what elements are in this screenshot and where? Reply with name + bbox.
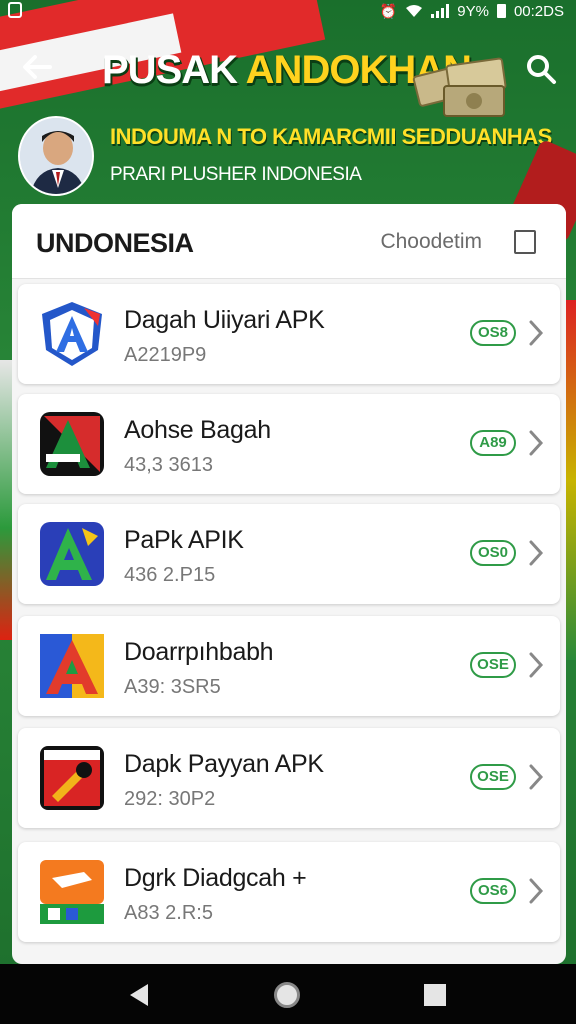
person-icon — [20, 118, 92, 194]
app-name: PaPk APIK — [124, 526, 244, 554]
back-arrow-icon[interactable] — [20, 50, 54, 84]
list-item[interactable]: PaPk APIK 436 2.P15 OS0 — [18, 504, 560, 604]
list-item[interactable]: Doarrpıhbabh A39: 3SR5 OSE — [18, 616, 560, 716]
panel-header: UNDONESIA Choodetim — [12, 204, 566, 279]
chevron-right-icon — [529, 878, 544, 904]
chevron-right-icon — [529, 320, 544, 346]
banner-subtitle: PRARI PLUSHER INDONESIA — [110, 164, 362, 185]
list-item[interactable]: Aohse Bagah 43,3 3613 A89 — [18, 394, 560, 494]
select-checkbox[interactable] — [514, 230, 536, 254]
plane-logo-icon — [40, 860, 104, 924]
chevron-right-icon — [529, 540, 544, 566]
signal-icon — [431, 4, 450, 18]
battery-icon — [496, 4, 506, 18]
app-name: Aohse Bagah — [124, 416, 271, 444]
os-badge: OS0 — [470, 540, 516, 566]
app-meta: A83 2.R:5 — [124, 902, 213, 924]
wrench-logo-icon — [40, 746, 104, 810]
app-name: Dgrk Diadgcah + — [124, 864, 307, 892]
os-badge: OSE — [470, 764, 516, 790]
list-item[interactable]: Dapk Payyan APK 292: 30P2 OSE — [18, 728, 560, 828]
a-logo-multicolor-icon — [40, 634, 104, 698]
app-bar: PUSAK ANDOKHAN — [0, 30, 576, 117]
nav-home-icon[interactable] — [274, 982, 300, 1008]
wifi-icon — [406, 5, 423, 17]
app-meta: A2219P9 — [124, 344, 207, 366]
app-name: Dagah Uiiyari APK — [124, 306, 325, 334]
nav-recents-icon[interactable] — [424, 984, 446, 1006]
app-list-panel: UNDONESIA Choodetim Dagah Uiiyari APK A2… — [12, 204, 566, 964]
app-name: Doarrpıhbabh — [124, 638, 274, 666]
app-meta: 436 2.P15 — [124, 564, 216, 586]
app-meta: A39: 3SR5 — [124, 676, 221, 698]
chevron-right-icon — [529, 430, 544, 456]
a-logo-green-red-icon — [40, 412, 104, 476]
status-bar: ⏰ 9Y% 00:2DS — [0, 0, 576, 22]
app-meta: 43,3 3613 — [124, 454, 213, 476]
title-part-white: PUSAK — [102, 48, 238, 92]
status-time: 00:2DS — [513, 2, 564, 20]
battery-percent: 9Y% — [457, 2, 489, 20]
notification-icon — [8, 2, 22, 18]
status-icons: ⏰ 9Y% 00:2DS — [380, 2, 564, 20]
a-logo-blue-icon — [42, 302, 102, 366]
panel-title: UNDONESIA — [36, 228, 194, 258]
side-decoration-left — [0, 360, 12, 640]
alarm-icon: ⏰ — [379, 3, 398, 19]
a-logo-blue-yellow-icon — [40, 522, 104, 586]
os-badge: OS8 — [470, 320, 516, 346]
system-nav-bar — [0, 964, 576, 1024]
list-item[interactable]: Dagah Uiiyari APK A2219P9 OS8 — [18, 284, 560, 384]
search-icon[interactable] — [524, 52, 558, 86]
chevron-right-icon — [529, 652, 544, 678]
app-meta: 292: 30P2 — [124, 788, 216, 810]
panel-filter-link[interactable]: Choodetim — [380, 230, 482, 254]
promo-banner: INDOUMA N TO KAMARCMII SEDDUANHAS PRARI … — [0, 108, 576, 244]
app-name: Dapk Payyan APK — [124, 750, 324, 778]
banner-title: INDOUMA N TO KAMARCMII SEDDUANHAS — [110, 124, 552, 149]
os-badge: A89 — [470, 430, 516, 456]
list-item[interactable]: Dgrk Diadgcah + A83 2.R:5 OS6 — [18, 842, 560, 942]
nav-back-icon[interactable] — [128, 982, 150, 1008]
os-badge: OSE — [470, 652, 516, 678]
chevron-right-icon — [529, 764, 544, 790]
os-badge: OS6 — [470, 878, 516, 904]
avatar — [18, 116, 94, 196]
